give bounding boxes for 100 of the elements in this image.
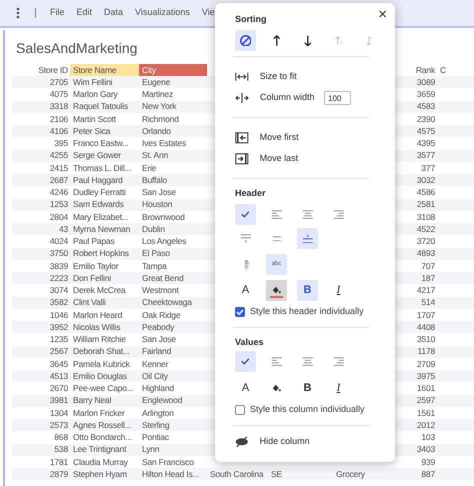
no-sort-button[interactable]: [235, 30, 256, 51]
table-cell-text: 4522: [416, 223, 436, 236]
table-cell-text: 4893: [416, 248, 436, 260]
align-bottom-icon: [302, 234, 314, 244]
checkbox[interactable]: [235, 307, 245, 317]
check-icon: [235, 307, 245, 317]
menu-item[interactable]: Vie: [202, 6, 215, 20]
table-cell-text: Stephen Hyam: [72, 468, 128, 480]
column-header[interactable]: Store Name: [70, 64, 139, 76]
table-cell-text: St. Ann: [141, 150, 170, 162]
table-cell-text: 3510: [416, 333, 436, 346]
color-button[interactable]: A: [235, 378, 256, 399]
table-cell-text: Claudia Murray: [72, 456, 129, 468]
table-cell-text: 187: [420, 272, 436, 284]
arrow-down-icon: [304, 34, 312, 46]
table-cell-text: Englewood: [141, 394, 184, 407]
table-cell-text: Oil City: [141, 370, 169, 382]
align-middle-icon: [272, 236, 282, 242]
table-cell-text: 2390: [416, 112, 436, 125]
italic-button[interactable]: I: [328, 378, 349, 399]
menu-action[interactable]: Hide column: [235, 434, 375, 450]
auto-button[interactable]: [235, 204, 256, 225]
menu-action[interactable]: Size to fit: [235, 69, 375, 85]
table-cell-text: 43: [58, 223, 69, 236]
more-icon[interactable]: [16, 7, 20, 19]
table-cell-text: 3720: [416, 235, 436, 248]
table-cell-text: Erie: [141, 162, 158, 174]
section-label: Sorting: [235, 13, 268, 26]
table-cell-text: Otto Bondarch...: [72, 431, 133, 444]
table-cell-text: 4106: [48, 125, 69, 138]
table-cell-text: 514: [420, 296, 436, 309]
table-cell-text: 4075: [48, 88, 69, 100]
menu-item[interactable]: Visualizations: [135, 6, 190, 20]
auto-button[interactable]: [235, 351, 256, 372]
fill-button[interactable]: [266, 280, 287, 301]
checkbox[interactable]: [235, 405, 245, 415]
table-cell-text: Barry Neal: [72, 394, 112, 407]
menu-action[interactable]: Move first: [235, 130, 375, 146]
fit-width-icon: [235, 72, 249, 82]
align-center-icon: [302, 210, 314, 220]
table-cell-text: 887: [420, 468, 436, 480]
table-cell-text: 4024: [48, 235, 69, 248]
table-cell-text: 3975: [416, 370, 436, 382]
table-cell-text: Paul Haggard: [72, 174, 124, 186]
section-label: Header: [235, 187, 267, 200]
table-cell-text: Lynn: [141, 444, 160, 456]
table-cell-text: 2581: [416, 198, 436, 211]
table-cell-text: Houston: [141, 198, 174, 211]
table-cell-text: Cheektowaga: [141, 296, 193, 309]
close-button[interactable]: ×: [378, 7, 387, 22]
table-cell-text: Serge Gower: [72, 150, 122, 162]
table-cell-text: Robert Hopkins: [72, 248, 130, 260]
align-left-icon: [270, 356, 282, 366]
align-right-icon: [332, 356, 344, 366]
table-cell-text: San Jose: [141, 186, 177, 198]
table-cell-text: Emilio Douglas: [72, 370, 128, 382]
table-cell-text: 4255: [48, 150, 69, 162]
table-cell-text: 4408: [416, 321, 436, 334]
align-right-icon: [332, 210, 344, 220]
table-cell-text: Paul Papas: [72, 235, 116, 248]
block-icon: [240, 34, 252, 46]
table-cell-text: 3108: [416, 210, 436, 223]
bottom-button[interactable]: [297, 228, 318, 249]
table-cell-text: 103: [420, 431, 436, 444]
paint-bucket-icon: [272, 384, 282, 393]
table-cell-text: Franco Eastw...: [72, 137, 130, 150]
table-cell-text: Dublin: [141, 223, 166, 236]
column-header[interactable]: Store ID: [12, 64, 70, 76]
table-cell-text: Richmond: [141, 112, 180, 125]
column-header[interactable]: C: [437, 64, 467, 76]
table-cell-text: William Ritchie: [72, 333, 127, 346]
menu-action[interactable]: Move last: [235, 151, 375, 167]
table-cell-text: 939: [420, 456, 436, 468]
bold-button[interactable]: B: [297, 378, 318, 399]
menu-item[interactable]: Edit: [76, 6, 92, 20]
table-cell-text: 3952: [48, 321, 69, 334]
table-cell-text: 3074: [48, 284, 69, 296]
table-cell-text: 377: [420, 162, 436, 174]
menu-item[interactable]: File: [50, 6, 65, 20]
table-cell-text: Marlon Gary: [72, 88, 119, 100]
table-cell-text: Wim Fellini: [72, 76, 114, 88]
color-button[interactable]: A: [235, 280, 256, 301]
table-cell-text: 3403: [416, 444, 436, 456]
bold-button[interactable]: B: [297, 280, 318, 301]
check-icon: [241, 211, 250, 218]
table-cell-text: Martinez: [141, 88, 174, 100]
table-cell-text: 4246: [48, 186, 69, 198]
column-width-field[interactable]: 100: [324, 91, 351, 105]
table-cell-text: 3750: [48, 248, 69, 260]
column-header[interactable]: City: [139, 64, 207, 76]
table-cell-text: 3981: [48, 394, 69, 407]
italic-button[interactable]: I: [328, 280, 349, 301]
table-cell-text: 2223: [48, 272, 69, 284]
checkbox-label: Style this column individually: [250, 403, 365, 416]
menu-item[interactable]: Data: [104, 6, 124, 20]
table-cell-text: 1707: [416, 308, 436, 321]
table-cell-text: Clint Valli: [72, 296, 107, 309]
table-cell-text: San Jose: [141, 333, 177, 346]
table-cell-text: 868: [53, 431, 69, 444]
column-header[interactable]: Rank: [397, 64, 437, 76]
